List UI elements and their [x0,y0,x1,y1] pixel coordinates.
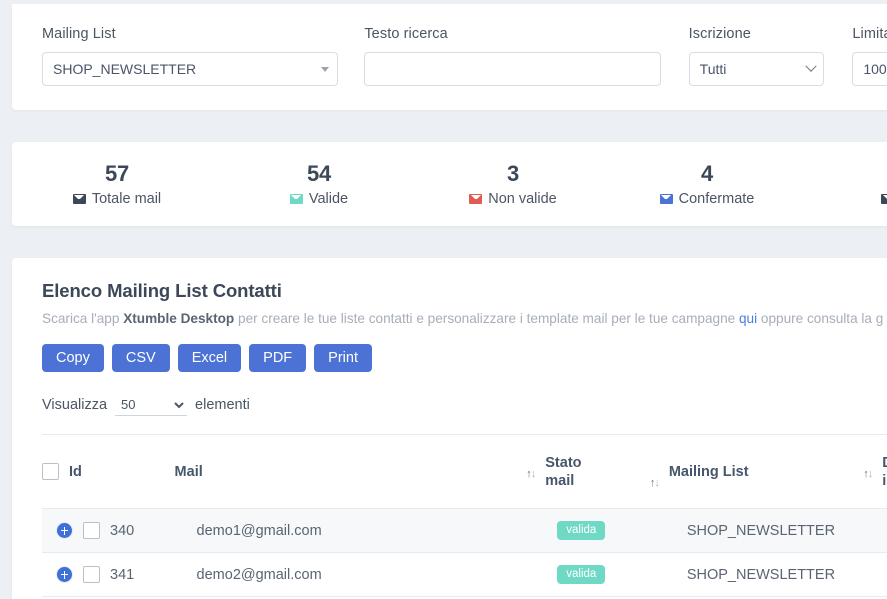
copy-button[interactable]: Copy [42,344,104,372]
filter-iscrizione: Iscrizione Tutti [688,26,825,86]
row-checkbox[interactable] [83,522,100,539]
expand-row-icon[interactable] [56,522,73,539]
row-id: 341 [110,566,135,583]
stat-label-wrap: Valide [222,191,416,207]
stat-label: Totale mail [91,190,162,207]
mailing-list-value: SHOP_NEWSLETTER [53,61,197,77]
stat-value: 54 [306,160,332,186]
cell-data-iscrizione: 12/02/2022 [882,552,887,597]
subtitle-app-name: Xtumble Desktop [123,311,235,326]
iscrizione-value: Tutti [699,61,727,77]
stat-non-valide: 3 Non valide [416,160,610,207]
select-all-checkbox[interactable] [42,463,59,480]
column-header-mailing-list[interactable]: Mailing List ↑↓ [668,434,883,509]
stat-label-wrap: Confermate [610,191,804,207]
subtitle-post: oppure consulta la g [757,311,884,326]
limita-label: Limita [852,26,887,42]
filter-testo-ricerca: Testo ricerca [364,26,661,86]
cell-data-iscrizione: 12/02/2022 [882,508,887,553]
stats-bar: 57 Totale mail 54 Valide 3 Non valide 4 … [12,142,887,226]
column-label-mail: Mail [174,463,203,480]
cell-id: 341 [42,552,175,597]
stat-value: 3 [506,160,520,186]
table-head: Id Mail ↑↓ Stato mail ↑↓ Mailing List ↑↓… [42,434,887,509]
export-buttons: Copy CSV Excel PDF Print [42,344,887,372]
envelope-icon [289,193,303,204]
iscrizione-label: Iscrizione [688,26,751,42]
guide-link[interactable]: qui [739,311,757,326]
column-header-stato-mail[interactable]: Stato mail ↑↓ [545,434,669,509]
cell-stato: valida [545,552,669,597]
stat-label: Non valide [488,190,557,207]
stat-label-wrap: Dis [804,191,887,207]
row-id: 340 [110,522,135,539]
page-length-control: Visualizza 50 elementi [42,394,887,416]
contacts-list-card: Elenco Mailing List Contatti Scarica l'a… [12,258,887,599]
cell-id: 340 [42,508,175,553]
filter-mailing-list: Mailing List SHOP_NEWSLETTER [42,26,339,86]
cell-mailing-list: SHOP_NEWSLETTER [668,508,883,553]
status-badge: valida [557,565,606,584]
print-button[interactable]: Print [314,344,372,372]
sort-arrows-icon[interactable]: ↑↓ [526,468,536,481]
stat-value: 4 [700,160,714,186]
column-header-mail[interactable]: Mail ↑↓ [174,434,546,509]
mailing-list-select[interactable]: SHOP_NEWSLETTER [42,52,339,86]
cell-mailing-list: SHOP_NEWSLETTER [668,552,883,597]
stat-disiscritte: 2 Dis [804,162,887,207]
envelope-icon [72,193,86,204]
sort-arrows-icon[interactable]: ↑↓ [863,468,873,481]
chevron-down-icon [321,66,330,72]
filter-bar: Mailing List SHOP_NEWSLETTER Testo ricer… [12,4,887,110]
envelope-icon [881,193,887,204]
page-length-prefix: Visualizza [42,397,108,413]
list-subtitle: Scarica l'app Xtumble Desktop per creare… [42,311,887,326]
table-body: 340 demo1@gmail.com valida SHOP_NEWSLETT… [42,508,887,597]
cell-mail: demo2@gmail.com [174,552,546,597]
limita-input[interactable]: 1000 [852,52,887,86]
testo-ricerca-input[interactable] [364,52,661,86]
column-label-data-iscrizione: Dataiscrizione [882,455,887,489]
cell-stato: valida [545,508,669,553]
chevron-down-icon [805,60,818,72]
column-label-id: Id [69,463,82,480]
page-length-select[interactable]: 50 [115,394,188,416]
column-header-id[interactable]: Id [42,434,175,509]
expand-row-icon[interactable] [56,566,73,583]
page-title: Elenco Mailing List Contatti [42,280,282,301]
status-badge: valida [557,521,606,540]
mailing-list-label: Mailing List [42,26,116,42]
column-header-data-iscrizione[interactable]: Dataiscrizione ↑↓ [882,434,887,509]
excel-button[interactable]: Excel [177,344,242,372]
subtitle-pre: Scarica l'app [42,311,124,326]
stat-label-wrap: Totale mail [12,191,222,207]
stat-label-wrap: Non valide [416,191,610,207]
page-length-suffix: elementi [195,397,250,413]
csv-button[interactable]: CSV [111,344,170,372]
table-header-row: Id Mail ↑↓ Stato mail ↑↓ Mailing List ↑↓… [42,434,887,509]
envelope-icon [659,193,673,204]
subtitle-mid: per creare le tue liste contatti e perso… [234,311,739,326]
pdf-button[interactable]: PDF [249,344,307,372]
cell-mail: demo1@gmail.com [174,508,546,553]
table-row[interactable]: 341 demo2@gmail.com valida SHOP_NEWSLETT… [42,552,887,597]
testo-ricerca-label: Testo ricerca [364,26,448,42]
row-checkbox[interactable] [83,566,100,583]
stat-valide: 54 Valide [222,160,416,207]
iscrizione-select[interactable]: Tutti [688,52,825,86]
filter-limita: Limita 1000 [852,26,887,86]
column-label-mailing-list: Mailing List [668,463,749,480]
stat-value: 2 [804,162,887,186]
stat-label: Confermate [678,190,755,207]
envelope-icon [469,193,483,204]
stat-label: Valide [308,190,349,207]
table-row[interactable]: 340 demo1@gmail.com valida SHOP_NEWSLETT… [42,508,887,553]
sort-arrows-icon[interactable]: ↑↓ [650,477,660,490]
stat-confermate: 4 Confermate [610,160,804,207]
contacts-table: Id Mail ↑↓ Stato mail ↑↓ Mailing List ↑↓… [42,434,887,597]
column-label-stato-mail: Stato mail [545,454,582,489]
stat-value: 57 [104,160,130,186]
stat-totale-mail: 57 Totale mail [12,160,222,207]
